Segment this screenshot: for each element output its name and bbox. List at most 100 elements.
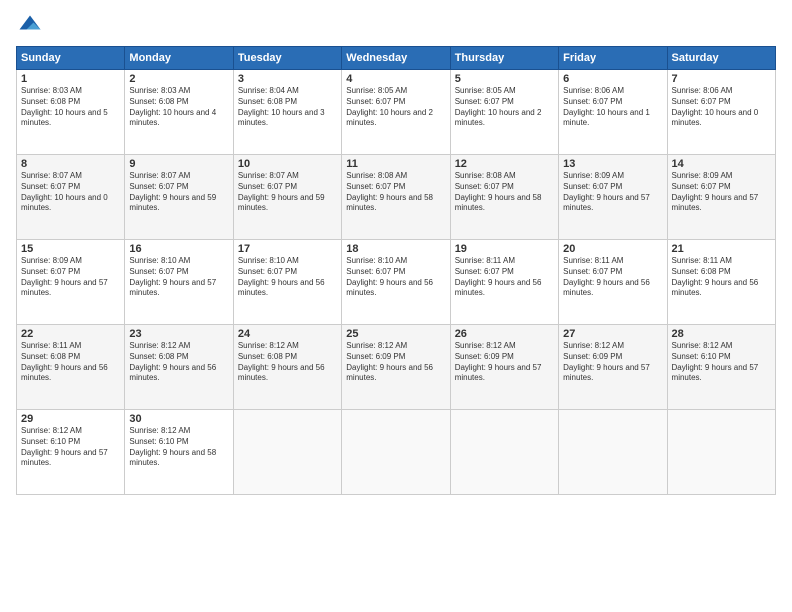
day-cell: 16Sunrise: 8:10 AMSunset: 6:07 PMDayligh… xyxy=(125,240,233,325)
calendar-table: SundayMondayTuesdayWednesdayThursdayFrid… xyxy=(16,46,776,495)
day-cell: 10Sunrise: 8:07 AMSunset: 6:07 PMDayligh… xyxy=(233,155,341,240)
day-number: 26 xyxy=(455,328,554,340)
day-info: Sunrise: 8:09 AMSunset: 6:07 PMDaylight:… xyxy=(21,256,120,299)
day-number: 7 xyxy=(672,73,771,85)
day-cell: 30Sunrise: 8:12 AMSunset: 6:10 PMDayligh… xyxy=(125,410,233,495)
day-info: Sunrise: 8:12 AMSunset: 6:09 PMDaylight:… xyxy=(563,341,662,384)
header-cell-thursday: Thursday xyxy=(450,47,558,70)
logo xyxy=(16,12,48,40)
day-cell: 7Sunrise: 8:06 AMSunset: 6:07 PMDaylight… xyxy=(667,70,775,155)
day-cell xyxy=(559,410,667,495)
day-cell: 5Sunrise: 8:05 AMSunset: 6:07 PMDaylight… xyxy=(450,70,558,155)
day-number: 22 xyxy=(21,328,120,340)
day-number: 6 xyxy=(563,73,662,85)
logo-icon xyxy=(16,12,44,40)
day-number: 29 xyxy=(21,413,120,425)
day-number: 8 xyxy=(21,158,120,170)
day-cell xyxy=(667,410,775,495)
day-number: 16 xyxy=(129,243,228,255)
day-info: Sunrise: 8:11 AMSunset: 6:07 PMDaylight:… xyxy=(455,256,554,299)
page: SundayMondayTuesdayWednesdayThursdayFrid… xyxy=(0,0,792,612)
day-cell: 28Sunrise: 8:12 AMSunset: 6:10 PMDayligh… xyxy=(667,325,775,410)
day-cell: 23Sunrise: 8:12 AMSunset: 6:08 PMDayligh… xyxy=(125,325,233,410)
header-cell-saturday: Saturday xyxy=(667,47,775,70)
day-cell xyxy=(450,410,558,495)
day-number: 19 xyxy=(455,243,554,255)
day-number: 18 xyxy=(346,243,445,255)
day-cell: 9Sunrise: 8:07 AMSunset: 6:07 PMDaylight… xyxy=(125,155,233,240)
day-info: Sunrise: 8:09 AMSunset: 6:07 PMDaylight:… xyxy=(672,171,771,214)
day-cell: 2Sunrise: 8:03 AMSunset: 6:08 PMDaylight… xyxy=(125,70,233,155)
day-number: 5 xyxy=(455,73,554,85)
day-cell: 12Sunrise: 8:08 AMSunset: 6:07 PMDayligh… xyxy=(450,155,558,240)
day-info: Sunrise: 8:12 AMSunset: 6:10 PMDaylight:… xyxy=(21,426,120,469)
day-info: Sunrise: 8:11 AMSunset: 6:07 PMDaylight:… xyxy=(563,256,662,299)
day-info: Sunrise: 8:10 AMSunset: 6:07 PMDaylight:… xyxy=(346,256,445,299)
day-info: Sunrise: 8:07 AMSunset: 6:07 PMDaylight:… xyxy=(129,171,228,214)
day-number: 12 xyxy=(455,158,554,170)
day-cell: 26Sunrise: 8:12 AMSunset: 6:09 PMDayligh… xyxy=(450,325,558,410)
day-cell xyxy=(233,410,341,495)
day-info: Sunrise: 8:07 AMSunset: 6:07 PMDaylight:… xyxy=(238,171,337,214)
day-info: Sunrise: 8:05 AMSunset: 6:07 PMDaylight:… xyxy=(455,86,554,129)
header-cell-tuesday: Tuesday xyxy=(233,47,341,70)
day-cell: 25Sunrise: 8:12 AMSunset: 6:09 PMDayligh… xyxy=(342,325,450,410)
week-row-1: 1Sunrise: 8:03 AMSunset: 6:08 PMDaylight… xyxy=(17,70,776,155)
day-number: 20 xyxy=(563,243,662,255)
day-info: Sunrise: 8:03 AMSunset: 6:08 PMDaylight:… xyxy=(21,86,120,129)
day-info: Sunrise: 8:08 AMSunset: 6:07 PMDaylight:… xyxy=(346,171,445,214)
header-cell-wednesday: Wednesday xyxy=(342,47,450,70)
day-cell: 17Sunrise: 8:10 AMSunset: 6:07 PMDayligh… xyxy=(233,240,341,325)
day-cell: 13Sunrise: 8:09 AMSunset: 6:07 PMDayligh… xyxy=(559,155,667,240)
day-info: Sunrise: 8:12 AMSunset: 6:08 PMDaylight:… xyxy=(238,341,337,384)
day-cell: 18Sunrise: 8:10 AMSunset: 6:07 PMDayligh… xyxy=(342,240,450,325)
day-number: 4 xyxy=(346,73,445,85)
day-info: Sunrise: 8:12 AMSunset: 6:10 PMDaylight:… xyxy=(672,341,771,384)
day-cell: 27Sunrise: 8:12 AMSunset: 6:09 PMDayligh… xyxy=(559,325,667,410)
day-number: 28 xyxy=(672,328,771,340)
week-row-4: 22Sunrise: 8:11 AMSunset: 6:08 PMDayligh… xyxy=(17,325,776,410)
day-info: Sunrise: 8:10 AMSunset: 6:07 PMDaylight:… xyxy=(129,256,228,299)
day-cell xyxy=(342,410,450,495)
day-info: Sunrise: 8:12 AMSunset: 6:09 PMDaylight:… xyxy=(455,341,554,384)
day-number: 13 xyxy=(563,158,662,170)
day-cell: 22Sunrise: 8:11 AMSunset: 6:08 PMDayligh… xyxy=(17,325,125,410)
day-number: 1 xyxy=(21,73,120,85)
header-cell-friday: Friday xyxy=(559,47,667,70)
week-row-2: 8Sunrise: 8:07 AMSunset: 6:07 PMDaylight… xyxy=(17,155,776,240)
day-info: Sunrise: 8:10 AMSunset: 6:07 PMDaylight:… xyxy=(238,256,337,299)
day-cell: 20Sunrise: 8:11 AMSunset: 6:07 PMDayligh… xyxy=(559,240,667,325)
day-number: 2 xyxy=(129,73,228,85)
day-cell: 21Sunrise: 8:11 AMSunset: 6:08 PMDayligh… xyxy=(667,240,775,325)
day-info: Sunrise: 8:11 AMSunset: 6:08 PMDaylight:… xyxy=(672,256,771,299)
day-number: 25 xyxy=(346,328,445,340)
day-info: Sunrise: 8:12 AMSunset: 6:09 PMDaylight:… xyxy=(346,341,445,384)
day-number: 11 xyxy=(346,158,445,170)
day-cell: 15Sunrise: 8:09 AMSunset: 6:07 PMDayligh… xyxy=(17,240,125,325)
day-info: Sunrise: 8:05 AMSunset: 6:07 PMDaylight:… xyxy=(346,86,445,129)
day-cell: 24Sunrise: 8:12 AMSunset: 6:08 PMDayligh… xyxy=(233,325,341,410)
day-info: Sunrise: 8:06 AMSunset: 6:07 PMDaylight:… xyxy=(563,86,662,129)
day-number: 27 xyxy=(563,328,662,340)
day-cell: 19Sunrise: 8:11 AMSunset: 6:07 PMDayligh… xyxy=(450,240,558,325)
week-row-3: 15Sunrise: 8:09 AMSunset: 6:07 PMDayligh… xyxy=(17,240,776,325)
day-cell: 3Sunrise: 8:04 AMSunset: 6:08 PMDaylight… xyxy=(233,70,341,155)
day-number: 14 xyxy=(672,158,771,170)
day-number: 23 xyxy=(129,328,228,340)
day-cell: 14Sunrise: 8:09 AMSunset: 6:07 PMDayligh… xyxy=(667,155,775,240)
day-cell: 11Sunrise: 8:08 AMSunset: 6:07 PMDayligh… xyxy=(342,155,450,240)
day-info: Sunrise: 8:08 AMSunset: 6:07 PMDaylight:… xyxy=(455,171,554,214)
header-row: SundayMondayTuesdayWednesdayThursdayFrid… xyxy=(17,47,776,70)
day-info: Sunrise: 8:04 AMSunset: 6:08 PMDaylight:… xyxy=(238,86,337,129)
week-row-5: 29Sunrise: 8:12 AMSunset: 6:10 PMDayligh… xyxy=(17,410,776,495)
day-cell: 8Sunrise: 8:07 AMSunset: 6:07 PMDaylight… xyxy=(17,155,125,240)
day-info: Sunrise: 8:07 AMSunset: 6:07 PMDaylight:… xyxy=(21,171,120,214)
day-cell: 4Sunrise: 8:05 AMSunset: 6:07 PMDaylight… xyxy=(342,70,450,155)
day-number: 9 xyxy=(129,158,228,170)
day-number: 10 xyxy=(238,158,337,170)
day-cell: 1Sunrise: 8:03 AMSunset: 6:08 PMDaylight… xyxy=(17,70,125,155)
day-number: 15 xyxy=(21,243,120,255)
day-info: Sunrise: 8:12 AMSunset: 6:08 PMDaylight:… xyxy=(129,341,228,384)
day-number: 30 xyxy=(129,413,228,425)
header-cell-sunday: Sunday xyxy=(17,47,125,70)
